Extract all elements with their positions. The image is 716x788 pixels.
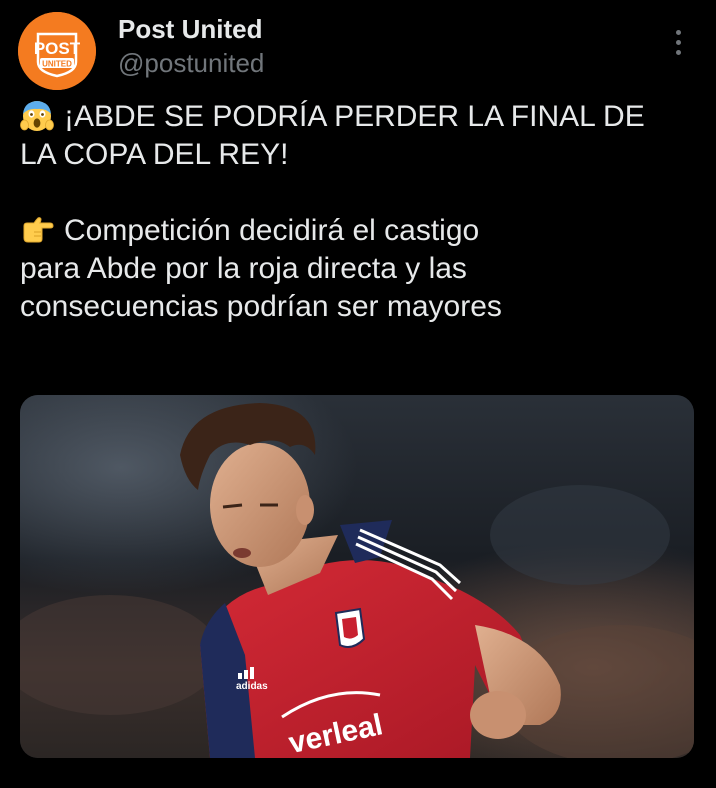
tweet-line-4: para Abde por la roja directa y las — [20, 252, 467, 285]
more-vertical-icon-dot — [675, 49, 681, 55]
more-options-button[interactable] — [664, 26, 692, 58]
svg-text:adidas: adidas — [236, 681, 268, 692]
tweet-card[interactable]: POST UNITED Post United @postunited ¡ABD — [0, 0, 716, 788]
more-vertical-icon — [675, 29, 681, 35]
tweet-line: para Abde por la roja directa y las — [20, 250, 700, 288]
pointing-right-emoji-icon — [23, 217, 54, 243]
avatar[interactable]: POST UNITED — [18, 12, 96, 90]
tweet-line-3: Competición decidirá el castigo — [64, 214, 480, 247]
tweet-line: consecuencias podrían ser mayores — [20, 288, 700, 326]
tweet-text: ¡ABDE SE PODRÍA PERDER LA FINAL DE LA CO… — [20, 98, 700, 326]
tweet-line-1: ¡ABDE SE PODRÍA PERDER LA FINAL DE — [64, 100, 645, 133]
tweet-line: ¡ABDE SE PODRÍA PERDER LA FINAL DE — [20, 98, 700, 136]
avatar-logo-bottom: UNITED — [42, 60, 72, 69]
tweet-line-2: LA COPA DEL REY! — [20, 138, 289, 171]
author-handle[interactable]: @postunited — [118, 48, 264, 78]
tweet-line: Competición decidirá el castigo — [20, 212, 700, 250]
tweet-line-5: consecuencias podrían ser mayores — [20, 290, 502, 323]
more-vertical-icon-dot — [675, 39, 681, 45]
tweet-line: LA COPA DEL REY! — [20, 136, 700, 174]
tweet-media-image[interactable]: adidas verleal — [20, 395, 694, 758]
scream-emoji-icon — [20, 101, 54, 131]
avatar-logo-top: POST — [34, 39, 81, 58]
author-display-name[interactable]: Post United — [118, 14, 262, 44]
